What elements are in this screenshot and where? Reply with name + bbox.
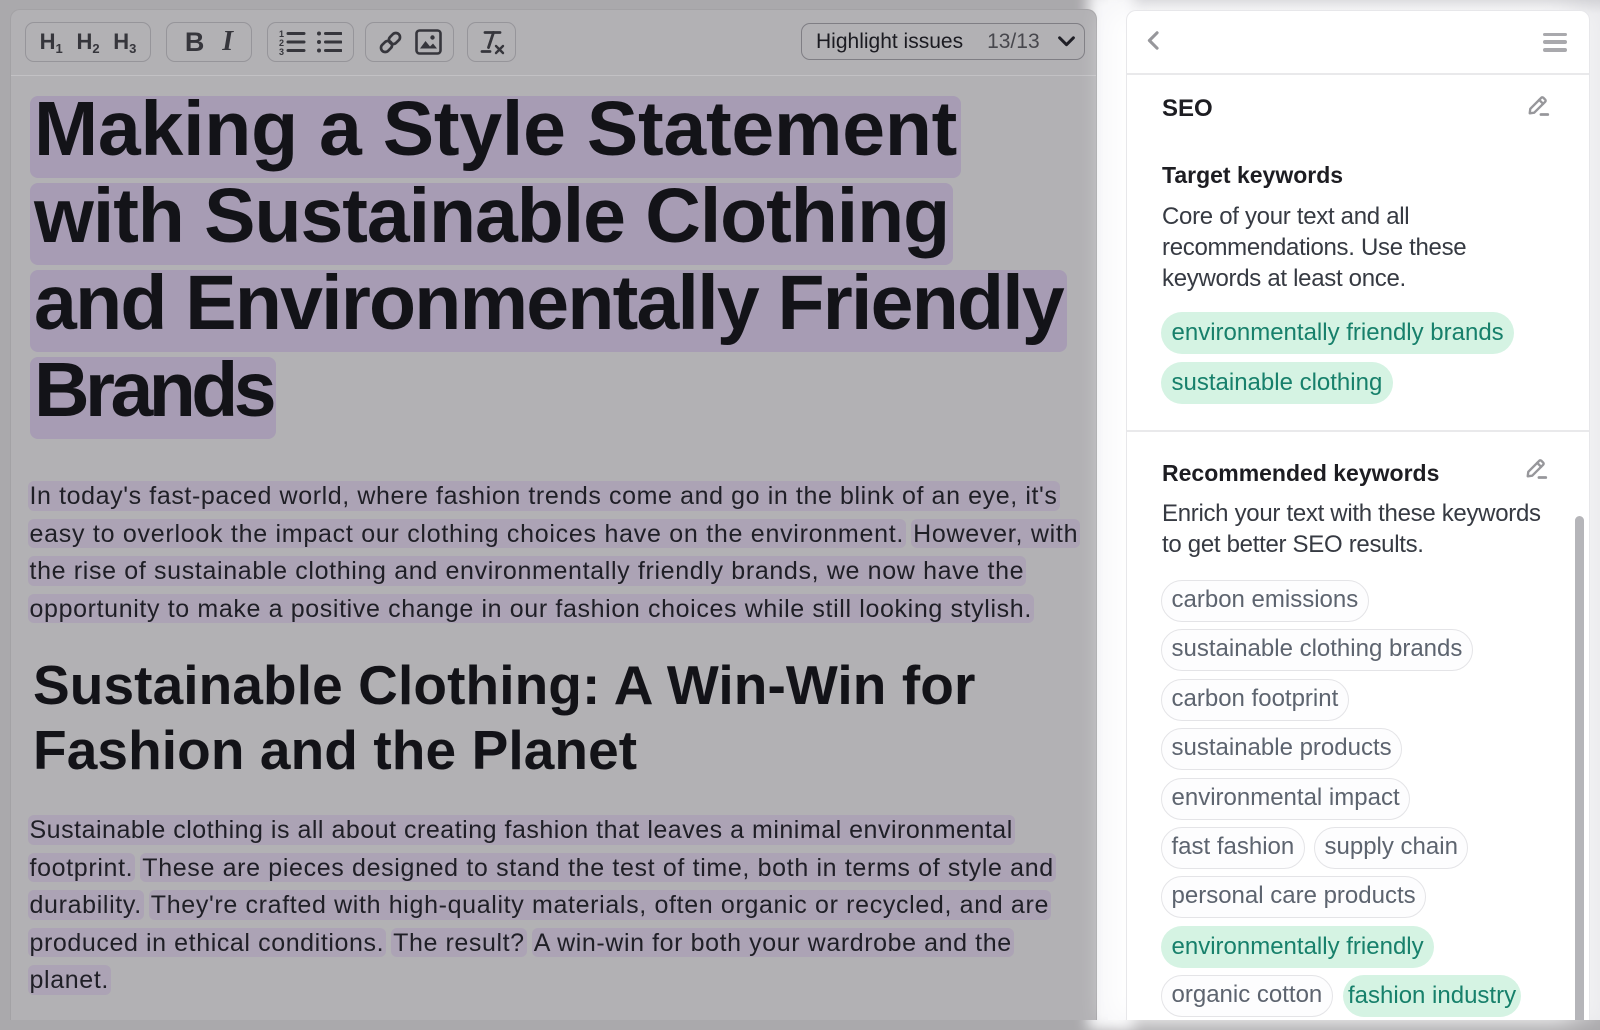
svg-text:3: 3 [279, 47, 284, 55]
